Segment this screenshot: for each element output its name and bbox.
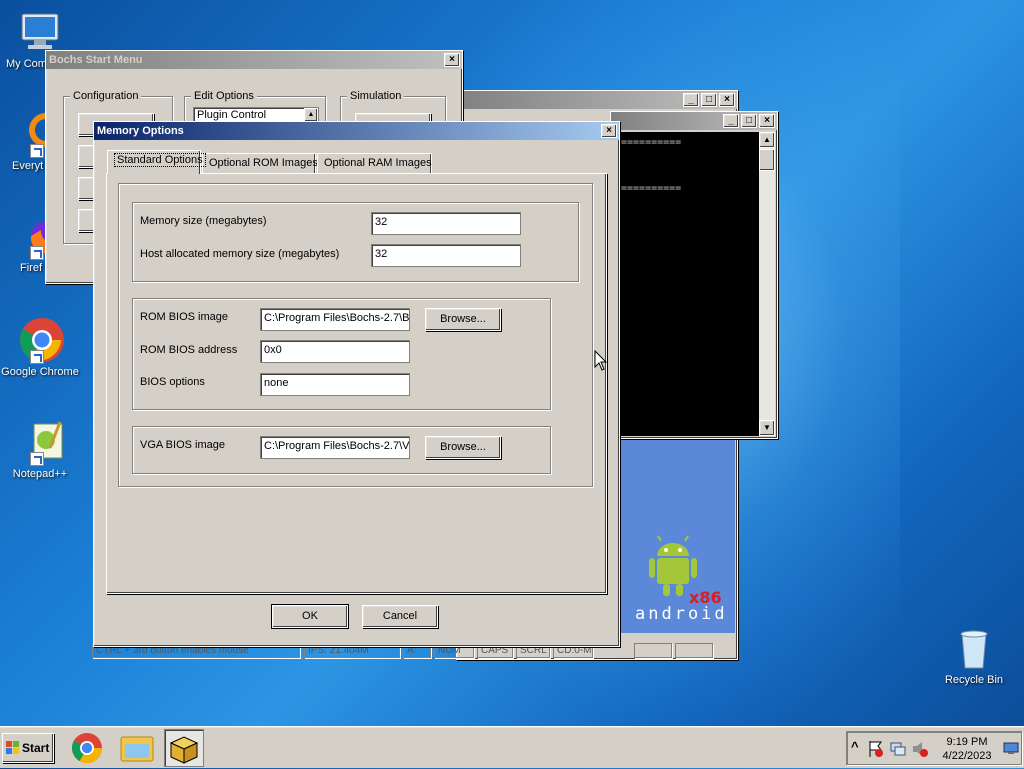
mouse-cursor-icon — [594, 350, 608, 371]
vga-bios-browse-button[interactable]: Browse... — [425, 436, 501, 459]
bios-options-field[interactable]: none — [260, 373, 410, 396]
taskbar-chrome-button[interactable] — [68, 731, 106, 765]
maximize-button[interactable]: □ — [741, 114, 757, 128]
vga-bios-image-label: VGA BIOS image — [140, 439, 225, 451]
shortcut-arrow-icon — [30, 452, 44, 466]
tab-label: Optional RAM Images — [324, 157, 432, 169]
ok-button[interactable]: OK — [271, 604, 349, 629]
rom-bios-address-field[interactable]: 0x0 — [260, 340, 410, 363]
status-empty-2 — [675, 643, 713, 658]
taskbar: Start ^ 9:19 PM 4/22/2023 — [0, 726, 1024, 768]
clock-time: 9:19 PM — [946, 736, 988, 748]
android-wordmark: android — [635, 604, 728, 624]
status-empty-1 — [634, 643, 672, 658]
bios-options-label: BIOS options — [140, 376, 205, 388]
vga-bios-image-field[interactable]: C:\Program Files\Bochs-2.7\VI — [260, 436, 410, 459]
tab-standard-options[interactable]: Standard Options — [107, 150, 206, 174]
console-scrollbar[interactable]: ▲ ▼ — [759, 132, 775, 436]
minimize-button[interactable]: _ — [683, 93, 699, 107]
maximize-button[interactable]: □ — [701, 93, 717, 107]
desktop-icon-label: Notepad++ — [12, 468, 68, 480]
scroll-up-button[interactable]: ▲ — [759, 132, 775, 148]
notepadpp-icon — [16, 418, 64, 466]
desktop-icon-google-chrome[interactable]: Google Chrome — [0, 316, 80, 378]
desktop-icon-label: Google Chrome — [1, 366, 79, 378]
computer-icon — [16, 8, 64, 56]
cancel-button[interactable]: Cancel — [362, 605, 438, 628]
host-memory-size-field[interactable]: 32 — [371, 244, 521, 267]
dialog-title: Memory Options — [97, 125, 184, 137]
start-button[interactable]: Start — [2, 733, 54, 763]
scroll-down-button[interactable]: ▼ — [759, 420, 775, 436]
close-button[interactable]: × — [601, 124, 617, 138]
close-button[interactable]: × — [759, 114, 775, 128]
start-menu-titlebar[interactable]: Bochs Start Menu × — [46, 51, 462, 69]
android-screen: x86 android — [621, 436, 735, 633]
close-button[interactable]: × — [444, 53, 460, 67]
desktop-icon-notepadpp[interactable]: Notepad++ — [0, 418, 80, 480]
clock[interactable]: 9:19 PM 4/22/2023 — [935, 735, 999, 763]
list-item[interactable]: Plugin Control — [197, 109, 266, 121]
rom-bios-address-label: ROM BIOS address — [140, 344, 238, 356]
dialog-titlebar[interactable]: Memory Options × — [94, 122, 619, 140]
clock-date: 4/22/2023 — [942, 750, 992, 762]
tab-label: Standard Options — [114, 153, 206, 167]
network-icon[interactable] — [889, 740, 907, 758]
list-scroll-up-button[interactable]: ▲ — [304, 108, 318, 122]
show-desktop-icon[interactable] — [1003, 740, 1019, 756]
volume-muted-icon[interactable] — [911, 740, 929, 758]
folder-icon — [120, 736, 154, 762]
minimize-button[interactable]: _ — [723, 114, 739, 128]
rom-bios-browse-button[interactable]: Browse... — [425, 308, 501, 331]
system-tray: ^ 9:19 PM 4/22/2023 — [846, 731, 1022, 765]
memory-size-label: Memory size (megabytes) — [140, 215, 267, 227]
chrome-icon — [16, 316, 64, 364]
tab-optional-rom-images[interactable]: Optional ROM Images — [202, 153, 318, 173]
desktop-icon-recycle-bin[interactable]: Recycle Bin — [934, 624, 1014, 686]
recycle-bin-icon — [950, 624, 998, 672]
rom-bios-image-field[interactable]: C:\Program Files\Bochs-2.7\BI — [260, 308, 410, 331]
group-label: Simulation — [347, 90, 405, 102]
close-button[interactable]: × — [719, 93, 735, 107]
bochs-console-window[interactable]: _ □ × ========== ========== ▲ ▼ — [610, 111, 778, 439]
group-label: Edit Options — [191, 90, 257, 102]
scroll-thumb[interactable] — [759, 149, 775, 171]
group-label: Configuration — [70, 90, 142, 102]
action-center-flag-icon[interactable] — [867, 740, 885, 758]
host-memory-size-label: Host allocated memory size (megabytes) — [140, 248, 340, 260]
tab-label: Optional ROM Images — [209, 157, 318, 169]
taskbar-bochs-button[interactable] — [164, 729, 204, 767]
tab-optional-ram-images[interactable]: Optional RAM Images — [317, 153, 432, 173]
console-line: ========== — [621, 137, 682, 148]
shortcut-arrow-icon — [30, 350, 44, 364]
start-label: Start — [22, 741, 50, 755]
shortcut-arrow-icon — [30, 246, 44, 260]
memory-size-field[interactable]: 32 — [371, 212, 521, 235]
desktop-icon-label: Recycle Bin — [944, 674, 1004, 686]
vm-titlebar[interactable]: _ □ × — [457, 91, 737, 109]
chrome-icon — [71, 733, 102, 764]
windows-logo-icon — [6, 741, 19, 754]
shortcut-arrow-icon — [30, 144, 44, 158]
rom-bios-image-label: ROM BIOS image — [140, 311, 229, 323]
taskbar-explorer-button[interactable] — [118, 731, 156, 765]
console-line: ========== — [621, 183, 682, 194]
bochs-box-icon — [169, 736, 199, 764]
window-title: Bochs Start Menu — [49, 54, 143, 66]
console-output: ========== ========== — [613, 132, 759, 436]
console-titlebar[interactable]: _ □ × — [611, 112, 777, 130]
tray-expand-button[interactable]: ^ — [851, 739, 859, 754]
